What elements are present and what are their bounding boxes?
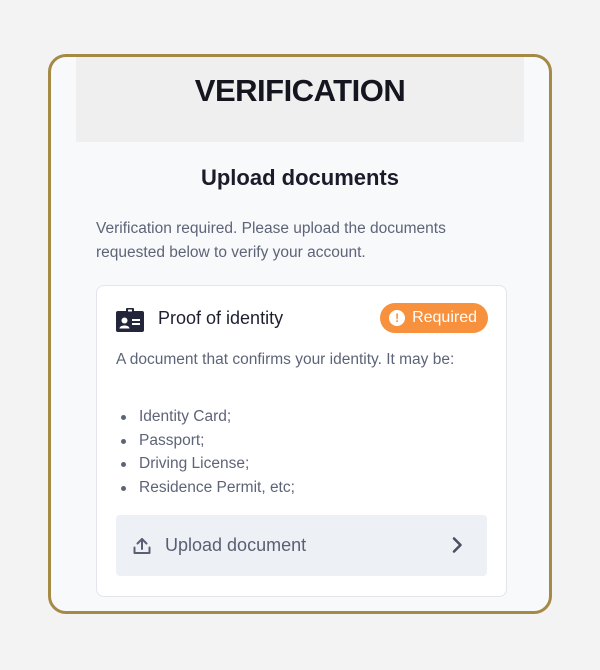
- upload-document-button[interactable]: Upload document: [116, 515, 487, 576]
- id-card-icon: [116, 308, 144, 332]
- card-title: Proof of identity: [158, 308, 284, 328]
- card-description: A document that confirms your identity. …: [116, 351, 455, 368]
- upload-label: Upload document: [165, 535, 307, 555]
- page-title: VERIFICATION: [194, 73, 406, 108]
- document-list: Identity Card; Passport; Driving License…: [116, 405, 295, 499]
- header-band: VERIFICATION: [76, 57, 524, 142]
- list-item: Residence Permit, etc;: [121, 476, 295, 500]
- list-item: Passport;: [121, 429, 295, 453]
- required-badge: ! Required: [380, 303, 488, 333]
- list-item: Identity Card;: [121, 405, 295, 429]
- upload-icon: [133, 538, 151, 554]
- list-item: Driving License;: [121, 452, 295, 476]
- verification-panel: VERIFICATION Upload documents Verificati…: [48, 54, 552, 614]
- proof-of-identity-card: Proof of identity ! Required A document …: [96, 285, 507, 597]
- section-title: Upload documents: [200, 165, 399, 190]
- chevron-right-icon: [452, 537, 462, 553]
- badge-label: Required: [412, 309, 477, 326]
- intro-text: Verification required. Please upload the…: [96, 220, 446, 261]
- info-icon: !: [389, 310, 406, 326]
